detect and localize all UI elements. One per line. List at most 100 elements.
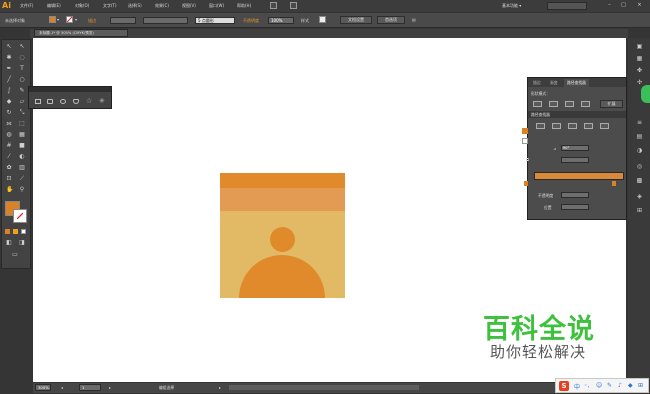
width-tool-icon[interactable]: ⟗ [6, 121, 12, 127]
horizontal-scrollbar[interactable] [229, 385, 419, 390]
minimize-icon[interactable]: – [606, 3, 613, 9]
gradient-position-field[interactable] [561, 204, 589, 210]
artboard-tool-icon[interactable]: ⊡ [6, 176, 12, 182]
variable-width-field[interactable] [143, 17, 188, 24]
direct-selection-tool-icon[interactable]: ↖ [19, 44, 25, 50]
minus-front-button[interactable] [549, 101, 558, 107]
stroke-dropdown-icon[interactable]: ▾ [75, 17, 77, 22]
sogou-logo-icon[interactable]: S [559, 381, 569, 391]
slice-tool-icon[interactable]: ⟋ [19, 176, 25, 182]
artwork-body-circle[interactable] [239, 255, 325, 298]
symbol-sprayer-icon[interactable]: ✿ [6, 165, 12, 171]
aspect-field[interactable] [561, 157, 589, 163]
next-artboard-icon[interactable]: ▸ [109, 385, 111, 390]
gradient-stop-right[interactable] [612, 181, 616, 186]
crop-button[interactable] [584, 123, 593, 129]
tab-stroke[interactable]: 描边 [530, 79, 544, 87]
color-panel-icon[interactable]: ▣ [636, 44, 643, 51]
preferences-button[interactable]: 首选项 [377, 16, 405, 24]
ellipse-tool-icon[interactable]: ○ [19, 77, 25, 83]
menu-effect[interactable]: 效果(C) [155, 3, 169, 9]
polygon-icon[interactable] [73, 99, 79, 104]
exclude-button[interactable] [581, 101, 590, 107]
pencil-tool-icon[interactable]: ✎ [19, 88, 25, 94]
zoom-tool-icon[interactable]: ⚲ [19, 187, 25, 193]
status-menu-icon[interactable]: ▸ [219, 385, 221, 390]
style-swatch[interactable] [319, 16, 326, 23]
fill-dropdown-icon[interactable]: ▾ [57, 17, 59, 22]
merge-button[interactable] [568, 123, 577, 129]
pen-tool-icon[interactable]: ✒ [6, 66, 12, 72]
perspective-grid-icon[interactable]: ▦ [19, 132, 25, 138]
skin-icon[interactable]: ◆ [628, 382, 633, 389]
eraser-tool-icon[interactable]: ▱ [19, 99, 25, 105]
menu-view[interactable]: 视图(V) [182, 3, 196, 9]
brush-definition-field[interactable]: 5 点圆形 [195, 17, 235, 24]
maximize-icon[interactable]: □ [620, 3, 627, 9]
graph-tool-icon[interactable]: ▥ [19, 165, 25, 171]
pen-input-icon[interactable]: ✎ [607, 382, 612, 389]
flare-icon[interactable]: ✳ [99, 97, 105, 105]
blob-brush-icon[interactable]: ◆ [6, 99, 12, 105]
intersect-button[interactable] [565, 101, 574, 107]
unite-button[interactable] [533, 101, 542, 107]
menu-window[interactable]: 窗口(W) [209, 3, 224, 9]
search-field[interactable] [547, 2, 587, 10]
gradient-tool-icon[interactable]: ■ [19, 143, 25, 149]
menu-file[interactable]: 文件(F) [20, 3, 33, 9]
color-mode-icon[interactable] [5, 229, 10, 234]
gradient-mode-icon[interactable] [13, 229, 18, 234]
stroke-panel-icon[interactable]: ≡ [636, 120, 643, 127]
document-setup-button[interactable]: 文档设置 [340, 16, 372, 24]
stroke-swatch[interactable] [66, 16, 73, 23]
artboards-panel-icon[interactable]: ⊞ [636, 208, 643, 215]
artwork-top-band[interactable] [220, 173, 345, 188]
panel-header[interactable] [29, 87, 111, 92]
bridge-icon[interactable] [270, 2, 277, 9]
rectangle-icon[interactable] [35, 99, 41, 104]
punctuation-icon[interactable]: ◦, [584, 382, 589, 389]
toolbox-icon[interactable]: ⊞ [638, 382, 643, 389]
gradient-opacity-field[interactable] [561, 192, 589, 198]
artwork[interactable] [220, 173, 345, 298]
tab-pathfinder[interactable]: 路径查找器 [564, 79, 589, 87]
selection-tool-icon[interactable]: ↖ [6, 44, 12, 50]
gradient-swatch[interactable] [522, 128, 528, 134]
menu-help[interactable]: 帮助(H) [237, 3, 251, 9]
draw-normal-icon[interactable]: ◧ [6, 240, 12, 246]
divide-button[interactable] [536, 123, 545, 129]
free-transform-icon[interactable]: ⬚ [19, 121, 25, 127]
ime-language[interactable]: 中 [574, 382, 580, 391]
gradient-slider[interactable] [534, 172, 624, 180]
trim-button[interactable] [552, 123, 561, 129]
voice-icon[interactable]: ♪ [618, 382, 622, 389]
menu-object[interactable]: 对象(O) [75, 3, 89, 9]
swatches-panel-icon[interactable]: ▦ [636, 56, 643, 63]
none-mode-icon[interactable] [21, 229, 26, 234]
artwork-second-band[interactable] [220, 188, 345, 211]
document-tab[interactable]: 未标题-1* @ 300% (CMYK/预览) [34, 29, 128, 37]
mesh-tool-icon[interactable]: # [6, 143, 12, 149]
zoom-field[interactable]: 300% [35, 384, 51, 391]
brush-tool-icon[interactable]: ∫ [6, 88, 12, 94]
gradient-stop-left[interactable] [524, 181, 528, 186]
tab-gradient[interactable]: 渐变 [547, 79, 561, 87]
menu-type[interactable]: 文字(T) [103, 3, 117, 9]
graphic-styles-icon[interactable]: ▩ [636, 178, 643, 185]
stroke-weight-field[interactable] [110, 17, 136, 24]
ellipse-icon[interactable] [60, 99, 66, 104]
fill-swatch[interactable] [49, 16, 56, 23]
close-icon[interactable]: × [636, 3, 643, 9]
angle-field[interactable]: 90° [561, 145, 589, 151]
screen-mode-icon[interactable]: ▭ [12, 252, 18, 258]
prev-artboard-icon[interactable]: ◂ [61, 385, 63, 390]
rotate-tool-icon[interactable]: ↻ [6, 110, 12, 116]
transparency-panel-icon[interactable]: ◑ [636, 148, 643, 155]
gradient-panel-icon[interactable]: ▤ [636, 134, 643, 141]
menu-select[interactable]: 选择(S) [128, 3, 142, 9]
arrange-documents-icon[interactable] [290, 2, 297, 9]
blend-tool-icon[interactable]: ◐ [19, 154, 25, 160]
rounded-rect-icon[interactable] [47, 99, 53, 104]
floating-helper-badge[interactable] [641, 85, 650, 103]
opacity-field[interactable]: 100% [268, 17, 294, 24]
